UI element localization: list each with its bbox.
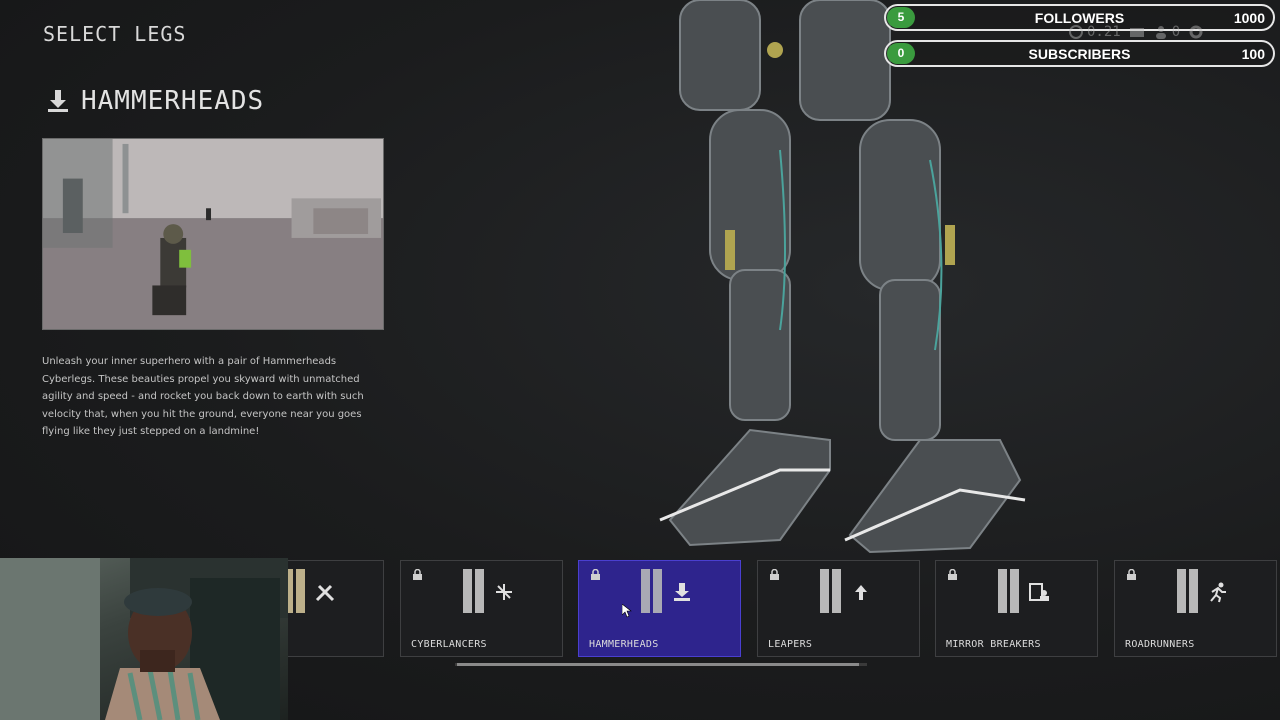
currency-icon xyxy=(1069,25,1083,39)
item-title-text: HAMMERHEADS xyxy=(81,86,265,116)
spark-icon xyxy=(496,584,512,600)
subscribers-goal: 100 xyxy=(1241,46,1265,62)
leg-card-name: ROADRUNNERS xyxy=(1125,639,1195,650)
legs-thumbnail xyxy=(1177,569,1198,613)
hud-status: 0.21 0 xyxy=(1068,24,1204,40)
leg-card-mirror-breakers[interactable]: MIRROR BREAKERS xyxy=(935,560,1098,657)
party-icon xyxy=(1155,26,1166,39)
leg-card-roadrunners[interactable]: ROADRUNNERS xyxy=(1114,560,1277,657)
leg-card-name: LEAPERS xyxy=(768,639,813,650)
lock-icon xyxy=(948,569,957,580)
leg-card-hammerheads[interactable]: HAMMERHEADS xyxy=(578,560,741,657)
selected-item-title: HAMMERHEADS xyxy=(45,86,264,116)
lock-icon xyxy=(413,569,422,580)
tools-icon xyxy=(315,584,335,602)
subscribers-label: SUBSCRIBERS xyxy=(1028,46,1131,62)
legs-thumbnail xyxy=(463,569,484,613)
lock-icon xyxy=(1127,569,1136,580)
download-icon xyxy=(48,90,68,112)
party-display[interactable]: 0 xyxy=(1153,24,1180,40)
lock-icon xyxy=(770,569,779,580)
followers-goal: 1000 xyxy=(1233,10,1265,26)
currency-display: 0.21 xyxy=(1068,24,1121,40)
carousel-scrollbar[interactable] xyxy=(455,663,867,666)
arrow-up-icon xyxy=(855,585,867,600)
leg-card-name: MIRROR BREAKERS xyxy=(946,639,1041,650)
leg-card-leapers[interactable]: LEAPERS xyxy=(757,560,920,657)
carousel-scroll-thumb[interactable] xyxy=(457,663,859,666)
screen-title: SELECT LEGS xyxy=(43,22,187,46)
runner-icon xyxy=(1210,582,1226,603)
item-description: Unleash your inner superhero with a pair… xyxy=(42,356,364,437)
card-icon[interactable] xyxy=(1129,24,1145,40)
legs-thumbnail xyxy=(820,569,841,613)
lock-icon xyxy=(591,569,600,580)
currency-value: 0.21 xyxy=(1087,24,1121,40)
webcam-overlay xyxy=(0,558,288,720)
legs-thumbnail xyxy=(641,569,662,613)
subscribers-goal-bar: 0 SUBSCRIBERS 100 xyxy=(884,40,1275,67)
legs-thumbnail xyxy=(998,569,1019,613)
person-card-icon xyxy=(1029,583,1049,601)
download-icon xyxy=(674,583,690,601)
leg-card-name: HAMMERHEADS xyxy=(589,639,659,650)
leg-card-name: CYBERLANCERS xyxy=(411,639,487,650)
party-count: 0 xyxy=(1171,24,1181,40)
leg-card-cyberlancers[interactable]: CYBERLANCERS xyxy=(400,560,563,657)
mouse-cursor-icon xyxy=(622,604,632,618)
settings-icon[interactable] xyxy=(1188,24,1204,40)
cyberlegs-model[interactable] xyxy=(630,0,1060,560)
gameplay-preview xyxy=(42,138,384,330)
